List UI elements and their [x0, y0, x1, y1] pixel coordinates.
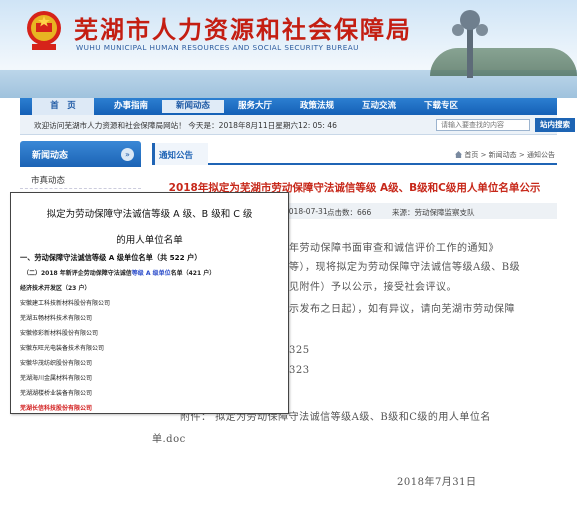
main-nav: 首 页 办事指南 新闻动态 服务大厅 政策法规 互动交流 下载专区 — [20, 98, 557, 115]
attachment-link-cont[interactable]: 单.doc — [152, 430, 186, 445]
national-emblem-icon — [27, 11, 61, 50]
info-bar: 欢迎访问芜湖市人力资源和社会保障局网站！ 今天是：2018年8月11日星期六12… — [20, 115, 575, 135]
body-line-1: 年劳动保障书面审查和诚信评价工作的通知》 — [289, 243, 499, 254]
company-item: 芜湖湖楼桥业装备有限公司 — [20, 390, 93, 397]
search-input[interactable] — [436, 119, 530, 131]
site-header: 芜湖市人力资源和社会保障局 WUHU MUNICIPAL HUMAN RESOU… — [0, 0, 577, 98]
meta-date: 2018-07-31 — [284, 207, 328, 216]
document-preview-popup[interactable]: 拟定为劳动保障守法诚信等级 A 级、B 级和 C 级 的用人单位名单 一、劳动保… — [10, 192, 289, 414]
monument-icon — [452, 10, 488, 78]
company-item: 安徽东旺光电装备技术有限公司 — [20, 345, 105, 352]
breadcrumb: 首页 > 新闻动态 > 通知公告 — [455, 150, 555, 160]
meta-source: 来源：劳动保障监察支队 — [392, 208, 475, 217]
chevron-right-icon[interactable]: » — [121, 148, 134, 161]
sidebar-item-label: 市真动态 — [31, 176, 66, 186]
popup-subheading-prefix: （二）2018 年新评企劳动保障守法诚信 — [23, 270, 132, 277]
tab-label: 通知公告 — [159, 151, 194, 161]
site-subtitle: WUHU MUNICIPAL HUMAN RESOURCES AND SOCIA… — [76, 43, 359, 52]
popup-subheading-suffix: 名单（421 户） — [170, 270, 216, 277]
body-line-4: 示发布之日起），如有异议，请向芜湖市劳动保障 — [289, 304, 515, 315]
sidebar-title: 新闻动态 — [32, 151, 69, 161]
popup-subheading: （二）2018 年新评企劳动保障守法诚信等级 A 级单位名单（421 户） — [23, 268, 215, 277]
company-item: 芜湖海川金属材料有限公司 — [20, 375, 93, 382]
meta-clicks: 点击数：666 — [327, 208, 372, 217]
tab-notices[interactable]: 通知公告 — [152, 143, 208, 165]
nav-policy[interactable]: 政策法规 — [286, 98, 348, 115]
sidebar-item-city-news[interactable]: 市真动态 — [20, 169, 141, 189]
popup-subheading-highlight: 等级 A 级单位 — [131, 270, 171, 277]
company-item: 芜湖五畅材料技术有限公司 — [20, 315, 93, 322]
home-icon — [455, 151, 463, 158]
company-item: 安徽修彩新材料股份有限公司 — [20, 330, 99, 337]
popup-title-line2: 的用人单位名单 — [116, 235, 183, 246]
content-header: 通知公告 首页 > 新闻动态 > 通知公告 — [152, 143, 557, 165]
body-line-6: 323 — [289, 365, 310, 376]
body-line-3: 见附件）予以公示，接受社会评议。 — [289, 282, 457, 293]
search-button[interactable]: 站内搜索 — [535, 118, 575, 132]
site-title: 芜湖市人力资源和社会保障局 — [74, 15, 412, 44]
popup-section-heading: 一、劳动保障守法诚信等级 A 级单位名单（共 522 户） — [20, 253, 202, 262]
sidebar-header: 新闻动态 » — [20, 141, 141, 167]
nav-news[interactable]: 新闻动态 — [162, 100, 224, 113]
popup-title-line1: 拟定为劳动保障守法诚信等级 A 级、B 级和 C 级 — [46, 209, 253, 220]
nav-home[interactable]: 首 页 — [32, 98, 94, 115]
body-line-2: 等），现将拟定为劳动保障守法诚信等级A级、B级 — [289, 262, 521, 273]
nav-interaction[interactable]: 互动交流 — [348, 98, 410, 115]
breadcrumb-text[interactable]: 首页 > 新闻动态 > 通知公告 — [464, 151, 555, 159]
company-item-highlighted: 芜湖长信科技股份有限公司 — [20, 405, 93, 412]
nav-guide[interactable]: 办事指南 — [100, 98, 162, 115]
body-line-5: 325 — [289, 345, 310, 356]
nav-service-hall[interactable]: 服务大厅 — [224, 98, 286, 115]
article-date: 2018年7月31日 — [397, 477, 477, 488]
company-item: 安徽建工科技新材料股份有限公司 — [20, 300, 111, 307]
nav-downloads[interactable]: 下载专区 — [410, 98, 472, 115]
company-item: 安徽华茂纺织股份有限公司 — [20, 360, 93, 367]
popup-category: 经济技术开发区（23 户） — [20, 285, 91, 292]
welcome-text: 欢迎访问芜湖市人力资源和社会保障局网站！ 今天是：2018年8月11日星期六12… — [34, 121, 337, 130]
